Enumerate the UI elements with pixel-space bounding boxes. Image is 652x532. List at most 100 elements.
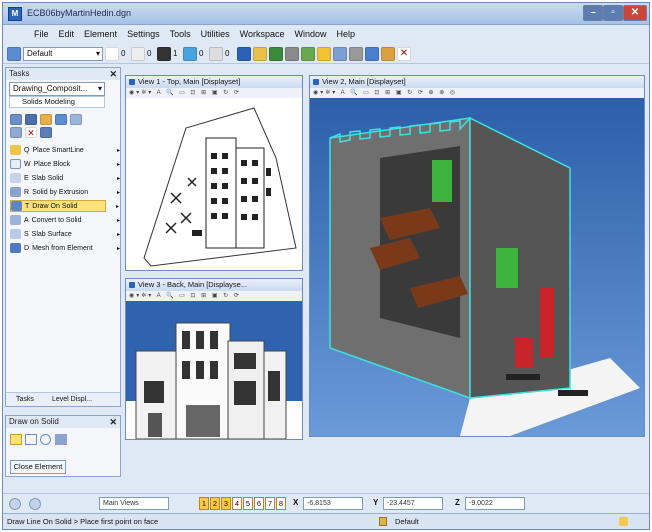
pencil-icon[interactable] <box>317 46 331 61</box>
menu-edit[interactable]: Edit <box>54 26 80 43</box>
weight-icon[interactable] <box>157 46 171 61</box>
menu-tools[interactable]: Tools <box>165 26 196 43</box>
status-icon[interactable] <box>619 517 628 526</box>
x-label: X <box>293 498 299 507</box>
solid-icon-2[interactable] <box>25 114 37 125</box>
solid-icon-1[interactable] <box>10 114 22 125</box>
menu-help[interactable]: Help <box>332 26 361 43</box>
menu-file[interactable]: File <box>29 26 54 43</box>
transparency-icon[interactable] <box>183 46 197 61</box>
view-button-1[interactable]: 1 <box>199 497 209 510</box>
maximize-button[interactable]: ▫ <box>603 5 623 21</box>
view-1-window: View 1 - Top, Main [Displayset] ◉▾✲▾ A 🔍… <box>125 75 303 271</box>
coordinate-bar: Main Views 1 2 3 4 5 6 7 8 X -6.8153 Y -… <box>3 493 649 513</box>
priority-icon[interactable] <box>209 46 223 61</box>
menu-bar: File Edit Element Settings Tools Utiliti… <box>3 26 649 43</box>
draw-on-solid-title: Draw on Solid ✕ <box>6 416 120 428</box>
z-coordinate-field[interactable]: -9.0022 <box>465 497 525 510</box>
menu-element[interactable]: Element <box>79 26 122 43</box>
info-icon[interactable] <box>365 46 379 61</box>
tab-tasks[interactable]: Tasks <box>16 393 34 406</box>
levels-icon[interactable] <box>301 46 315 61</box>
color-icon[interactable] <box>105 46 119 61</box>
view-button-4[interactable]: 4 <box>232 497 242 510</box>
close-icon[interactable]: ✕ <box>109 416 117 428</box>
view-1-title: View 1 - Top, Main [Displayset] <box>126 76 302 88</box>
models-icon[interactable] <box>285 46 299 61</box>
menu-settings[interactable]: Settings <box>122 26 165 43</box>
style-icon[interactable] <box>131 46 145 61</box>
chevron-right-icon: ▸ <box>115 203 119 210</box>
view-button-8[interactable]: 8 <box>276 497 286 510</box>
status-bar: Draw Line On Solid > Place first point o… <box>3 513 649 529</box>
view-3-window: View 3 - Back, Main [Displayse... ◉▾✲▾ A… <box>125 278 303 440</box>
lock-icon[interactable] <box>379 517 387 526</box>
level-select[interactable]: Default <box>23 46 103 61</box>
close-icon[interactable]: ✕ <box>109 68 117 80</box>
3d-building-model <box>310 98 644 436</box>
nav-forward-icon[interactable] <box>29 498 41 510</box>
raster-icon[interactable] <box>269 46 283 61</box>
active-color-icon[interactable] <box>7 46 21 61</box>
view-2-window: View 2, Main [Displayset] ◉▾✲▾ A 🔍 ▭ ⊡ ⊞… <box>309 75 645 437</box>
view-button-6[interactable]: 6 <box>254 497 264 510</box>
solid-icon-4[interactable] <box>55 114 67 125</box>
tasks-panel-title: Tasks ✕ <box>6 68 120 80</box>
no-select-icon[interactable]: ✕ <box>397 46 411 61</box>
view-button-3[interactable]: 3 <box>221 497 231 510</box>
draw-on-solid-panel: Draw on Solid ✕ Close Element <box>5 415 121 477</box>
mode-circle-icon[interactable] <box>40 434 51 445</box>
smartline-icon <box>10 145 21 155</box>
task-icon-grid: ✕ <box>10 114 110 140</box>
tool-draw-on-solid[interactable]: T Draw On Solid ▸ <box>10 200 119 212</box>
solids-modeling-section[interactable]: Solids Modeling <box>9 96 105 108</box>
delete-icon[interactable]: ✕ <box>25 127 37 138</box>
x-coordinate-field[interactable]: -6.8153 <box>303 497 363 510</box>
solid-icon-3[interactable] <box>40 114 52 125</box>
view-button-7[interactable]: 7 <box>265 497 275 510</box>
status-prompt: Draw Line On Solid > Place first point o… <box>7 517 159 526</box>
tab-level-display[interactable]: Level Displ... <box>52 393 92 406</box>
transparency-value: 0 <box>199 49 204 58</box>
tool-slab-solid[interactable]: E Slab Solid ▸ <box>10 172 120 184</box>
view-button-2[interactable]: 2 <box>210 497 220 510</box>
slab-surface-icon <box>10 229 21 239</box>
mode-line-icon[interactable] <box>10 434 22 445</box>
mode-rect-icon[interactable] <box>25 434 37 445</box>
solid-icon-5[interactable] <box>70 114 82 125</box>
tool-slab-surface[interactable]: S Slab Surface ▸ <box>10 228 120 240</box>
priority-value: 0 <box>225 49 230 58</box>
tool-place-smartline[interactable]: Q Place SmartLine ▸ <box>10 144 120 156</box>
y-coordinate-field[interactable]: -23.4457 <box>383 497 443 510</box>
view-groups-icon[interactable] <box>381 46 395 61</box>
window-title: ECB06byMartinHedin.dgn <box>27 8 132 18</box>
solid-icon-7[interactable] <box>40 127 52 138</box>
tool-mesh-from-element[interactable]: D Mesh from Element ▸ <box>10 242 120 254</box>
chevron-right-icon: ▸ <box>116 161 120 168</box>
snap-icon[interactable] <box>333 46 347 61</box>
chevron-right-icon: ▸ <box>116 147 120 154</box>
tool-solid-by-extrusion[interactable]: R Solid by Extrusion ▸ <box>10 186 120 198</box>
close-element-button[interactable]: Close Element <box>10 460 66 474</box>
views-combo[interactable]: Main Views <box>99 497 169 510</box>
mode-arc-icon[interactable] <box>55 434 67 445</box>
task-set-select[interactable]: Drawing_Composit... <box>9 82 105 96</box>
mesh-icon <box>10 243 21 253</box>
view-button-5[interactable]: 5 <box>243 497 253 510</box>
menu-utilities[interactable]: Utilities <box>196 26 235 43</box>
reference-icon[interactable] <box>253 46 267 61</box>
status-level[interactable]: Default <box>395 517 419 526</box>
solid-icon-6[interactable] <box>10 127 22 138</box>
top-plan-drawing <box>143 107 297 267</box>
app-icon: M <box>8 7 22 21</box>
tools-icon[interactable] <box>349 46 363 61</box>
menu-window[interactable]: Window <box>289 26 331 43</box>
explorer-icon[interactable] <box>237 46 251 61</box>
nav-back-icon[interactable] <box>9 498 21 510</box>
tool-place-block[interactable]: W Place Block ▸ <box>10 158 120 170</box>
menu-workspace[interactable]: Workspace <box>235 26 290 43</box>
y-label: Y <box>373 498 379 507</box>
close-button[interactable]: ✕ <box>623 5 647 21</box>
tool-convert-to-solid[interactable]: A Convert to Solid ▸ <box>10 214 120 226</box>
minimize-button[interactable]: – <box>583 5 603 21</box>
